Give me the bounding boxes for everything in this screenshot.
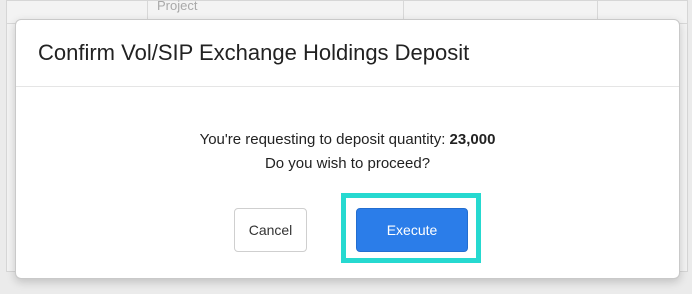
- message-prefix: You're requesting to deposit quantity:: [199, 131, 450, 148]
- column-header-project: Project: [157, 0, 198, 13]
- dialog-body: You're requesting to deposit quantity: 2…: [16, 87, 679, 279]
- confirmation-message: You're requesting to deposit quantity: 2…: [16, 128, 679, 176]
- cancel-button[interactable]: Cancel: [234, 208, 307, 252]
- deposit-quantity: 23,000: [449, 131, 496, 148]
- execute-button[interactable]: Execute: [356, 208, 468, 252]
- dialog-header: Confirm Vol/SIP Exchange Holdings Deposi…: [16, 20, 679, 87]
- message-line-quantity: You're requesting to deposit quantity: 2…: [16, 128, 679, 152]
- message-line-proceed: Do you wish to proceed?: [264, 155, 431, 172]
- dialog-title: Confirm Vol/SIP Exchange Holdings Deposi…: [38, 40, 470, 65]
- confirm-deposit-dialog: Confirm Vol/SIP Exchange Holdings Deposi…: [15, 19, 680, 279]
